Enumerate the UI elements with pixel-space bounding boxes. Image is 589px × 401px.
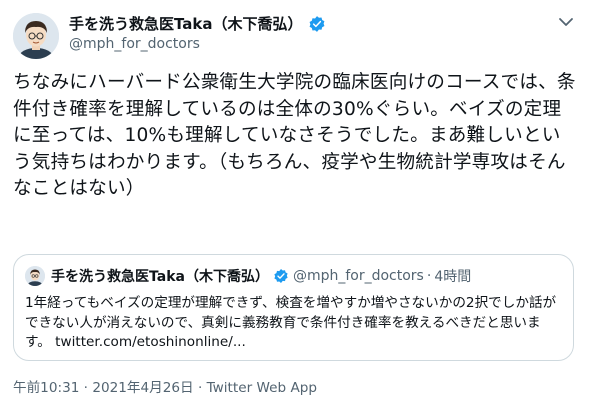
quoted-tweet-time: 4時間 [434, 269, 472, 285]
author-name-row: 手を洗う救急医Taka（木下喬弘） [69, 13, 326, 34]
author-handle[interactable]: @mph_for_doctors [69, 36, 200, 52]
verified-badge-icon [308, 15, 326, 33]
tweet-timestamp-source[interactable]: 午前10:31 · 2021年4月26日 · Twitter Web App [13, 376, 317, 396]
verified-badge-icon [273, 268, 289, 284]
quoted-tweet-link[interactable]: twitter.com/etoshinonline/... [55, 334, 246, 350]
quoted-author-display-name: 手を洗う救急医Taka（木下喬弘） [51, 269, 269, 285]
quoted-tweet-header: 手を洗う救急医Taka（木下喬弘） @mph_for_doctors · 4時間 [25, 266, 471, 286]
quoted-author-handle: @mph_for_doctors [292, 268, 424, 284]
quoted-author-avatar [25, 266, 45, 286]
quoted-tweet-text: 1年経ってもベイズの定理が理解できず、検査を増やすか増やさないかの2択でしか話が… [25, 294, 563, 353]
tweet-text: ちなみにハーバード公衆衛生大学院の臨床医向けのコースでは、条件付き確率を理解して… [13, 72, 576, 199]
quoted-tweet-card[interactable]: 手を洗う救急医Taka（木下喬弘） @mph_for_doctors · 4時間… [13, 254, 574, 361]
author-display-name[interactable]: 手を洗う救急医Taka（木下喬弘） [69, 13, 303, 34]
chevron-down-icon[interactable] [556, 12, 576, 32]
author-avatar[interactable] [13, 13, 59, 59]
separator-dot: · [426, 268, 432, 284]
